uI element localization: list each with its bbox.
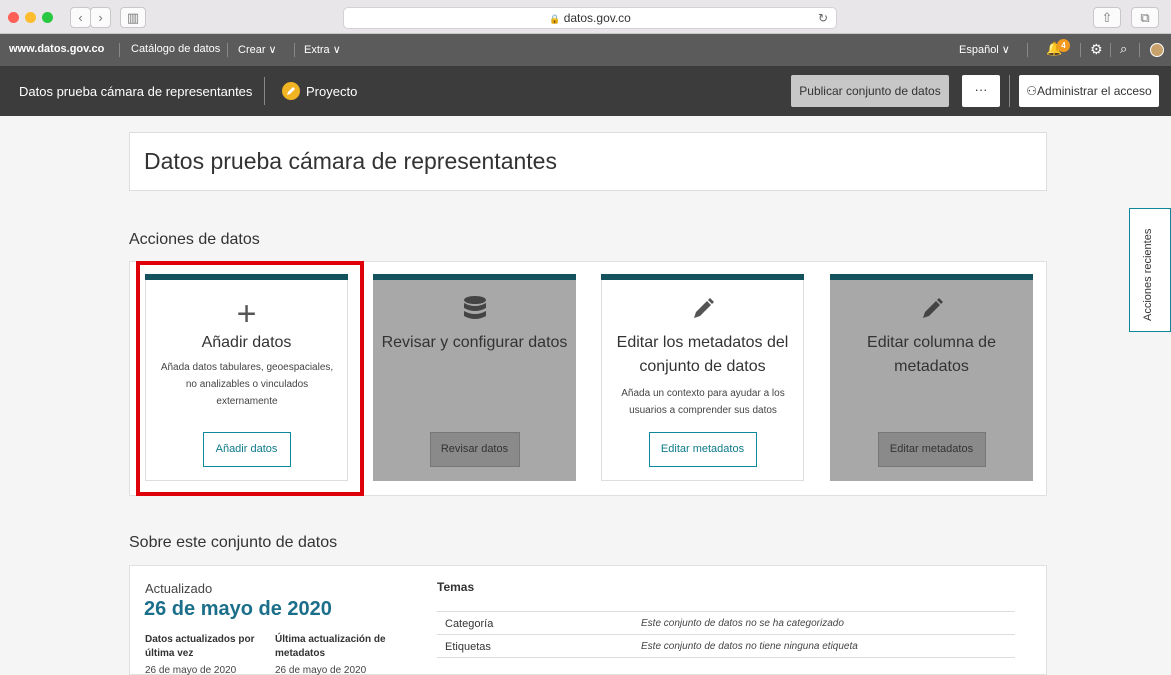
language-selector[interactable]: Español ∨ — [959, 43, 1010, 56]
table-divider — [437, 657, 1015, 658]
card-title: Editar los metadatos del conjunto de dat… — [616, 334, 789, 375]
topics-title: Temas — [437, 580, 475, 594]
page-title: Datos prueba cámara de representantes — [144, 148, 557, 174]
nav-divider — [1139, 43, 1140, 57]
card-title: Editar columna de metadatos — [867, 334, 996, 375]
browser-toolbar: ‹ › ▥ 🔒 datos.gov.co ↻ ⇧ ⧉ — [0, 0, 1171, 34]
nav-divider — [1080, 43, 1081, 57]
url-text: datos.gov.co — [563, 11, 631, 25]
maximize-window-button[interactable] — [42, 12, 53, 23]
users-icon: ⚇ — [1026, 84, 1038, 98]
updated-label: Actualizado — [145, 581, 213, 596]
tabs-overview-icon[interactable]: ⧉ — [1131, 7, 1159, 28]
about-section-title: Sobre este conjunto de datos — [129, 534, 338, 551]
create-menu[interactable]: Crear ∨ — [238, 43, 277, 56]
site-top-nav: www.datos.gov.co Catálogo de datos Crear… — [0, 34, 1171, 66]
updated-date: 26 de mayo de 2020 — [144, 598, 332, 620]
card-title: Revisar y configurar datos — [381, 334, 568, 351]
recent-actions-tab[interactable]: Acciones recientes — [1129, 208, 1171, 332]
notification-badge: 4 — [1057, 39, 1070, 52]
publish-dataset-button[interactable]: Publicar conjunto de datos — [791, 75, 949, 107]
sidebar-toggle-icon[interactable]: ▥ — [120, 7, 146, 28]
dataset-name: Datos prueba cámara de representantes — [19, 84, 253, 99]
card-description: Añada un contexto para ayudar a los usua… — [621, 388, 785, 416]
metadata-updated-date: 26 de mayo de 2020 — [275, 665, 367, 675]
pencil-icon — [602, 297, 803, 326]
back-button[interactable]: ‹ — [70, 7, 91, 28]
table-divider — [437, 634, 1015, 635]
catalog-link[interactable]: Catálogo de datos — [131, 43, 220, 55]
review-data-card: Revisar y configurar datos Revisar datos — [373, 274, 576, 481]
lock-icon: 🔒 — [549, 14, 561, 24]
gear-icon[interactable]: ⚙ — [1090, 41, 1103, 58]
search-icon[interactable]: ⌕ — [1120, 41, 1127, 57]
manage-access-button[interactable]: ⚇Administrar el acceso — [1019, 75, 1159, 107]
nav-divider — [227, 43, 228, 57]
site-home-link[interactable]: www.datos.gov.co — [9, 43, 104, 55]
card-accent-bar — [373, 274, 576, 280]
manage-access-label: Administrar el acceso — [1037, 84, 1152, 98]
data-updated-label: Datos actualizados por última vez — [145, 634, 255, 659]
reload-icon[interactable]: ↻ — [818, 8, 828, 28]
nav-divider — [1027, 43, 1028, 57]
nav-divider — [294, 43, 295, 57]
card-accent-bar — [830, 274, 1033, 280]
metadata-updated-label: Última actualización de metadatos — [275, 634, 386, 659]
review-data-button[interactable]: Revisar datos — [429, 432, 520, 467]
highlight-box — [136, 261, 364, 496]
header-divider — [1009, 75, 1010, 107]
nav-divider — [1110, 43, 1111, 57]
share-icon[interactable]: ⇧ — [1093, 7, 1121, 28]
dataset-title-card: Datos prueba cámara de representantes — [129, 132, 1047, 191]
nav-divider — [119, 43, 120, 57]
actions-section-title: Acciones de datos — [129, 231, 260, 248]
category-value: Este conjunto de datos no se ha categori… — [641, 618, 844, 629]
edit-column-metadata-card: Editar columna de metadatos Editar metad… — [830, 274, 1033, 481]
tags-key: Etiquetas — [445, 641, 491, 653]
data-updated-date: 26 de mayo de 2020 — [145, 665, 237, 675]
address-bar[interactable]: 🔒 datos.gov.co ↻ — [343, 7, 837, 29]
project-status: Proyecto — [306, 84, 358, 99]
close-window-button[interactable] — [8, 12, 19, 23]
pencil-icon — [831, 297, 1032, 326]
database-icon — [374, 295, 575, 328]
forward-button[interactable]: › — [90, 7, 111, 28]
table-divider — [437, 611, 1015, 612]
pencil-icon — [282, 82, 300, 100]
avatar[interactable] — [1150, 43, 1164, 57]
tags-value: Este conjunto de datos no tiene ninguna … — [641, 641, 858, 652]
extra-menu[interactable]: Extra ∨ — [304, 43, 341, 56]
header-divider — [264, 77, 265, 105]
edit-metadata-button[interactable]: Editar metadatos — [648, 432, 757, 467]
minimize-window-button[interactable] — [25, 12, 36, 23]
card-accent-bar — [601, 274, 804, 280]
more-options-button[interactable]: ··· — [962, 75, 1000, 107]
edit-metadata-card: Editar los metadatos del conjunto de dat… — [601, 274, 804, 481]
recent-actions-label: Acciones recientes — [1142, 228, 1154, 321]
dataset-header-bar: Datos prueba cámara de representantes Pr… — [0, 66, 1171, 116]
category-key: Categoría — [445, 618, 494, 630]
edit-column-metadata-button[interactable]: Editar metadatos — [877, 432, 986, 467]
